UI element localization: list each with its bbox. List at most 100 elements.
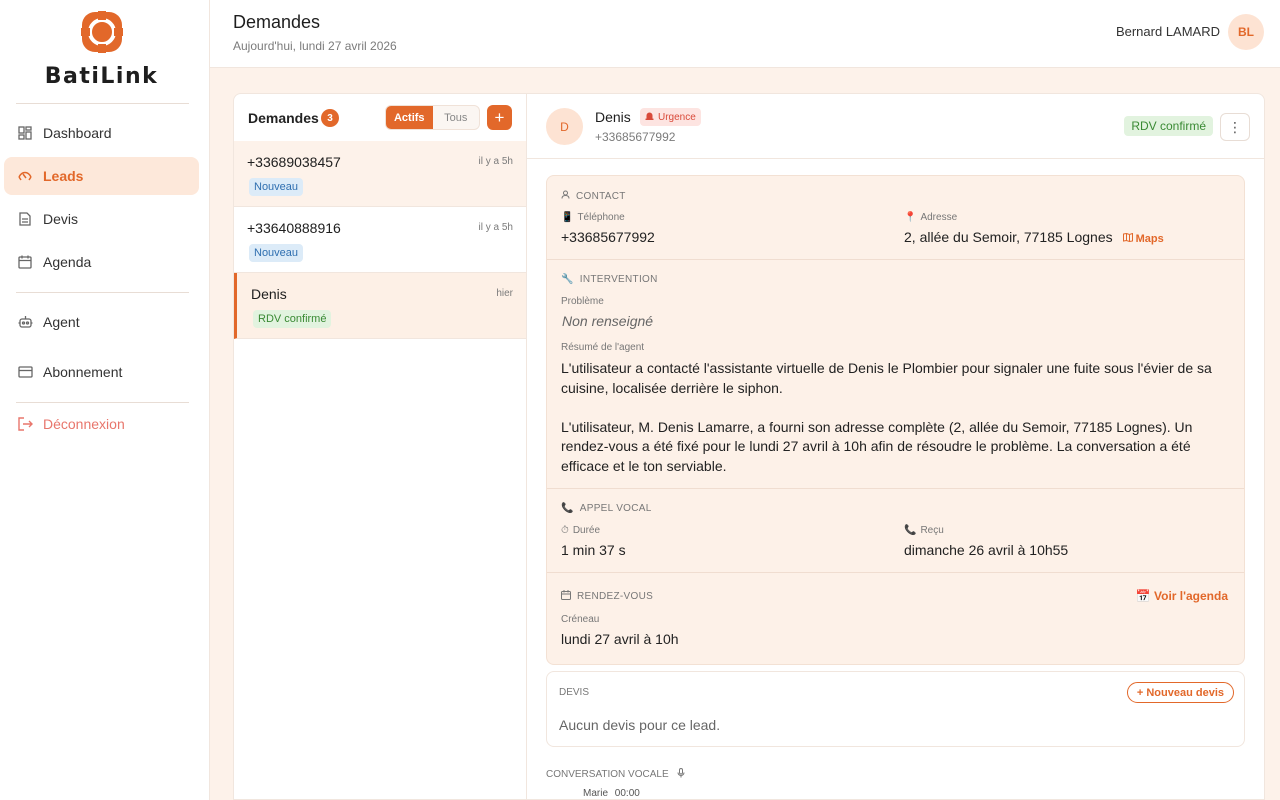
- phone-label: 📱 Téléphone: [561, 212, 625, 223]
- lead-detail-header: D Denis Urgence +33685677992 RDV confirm…: [527, 94, 1264, 159]
- conversation-title-text: CONVERSATION VOCALE: [546, 769, 669, 780]
- lead-info-card: CONTACT 📱 Téléphone +33685677992 📍 Adres…: [546, 175, 1245, 665]
- timer-icon: ⏱: [561, 525, 569, 536]
- lead-name: +33640888916: [247, 220, 341, 236]
- document-icon: [16, 210, 34, 228]
- maps-label: Maps: [1135, 233, 1164, 245]
- sidebar-item-logout[interactable]: Déconnexion: [4, 405, 199, 443]
- sidebar-item-label: Agenda: [43, 254, 92, 270]
- agent-summary: L'utilisateur a contacté l'assistante vi…: [561, 359, 1233, 476]
- maps-link[interactable]: Maps: [1122, 232, 1164, 245]
- lead-detail-name: Denis: [595, 109, 631, 125]
- received-label: 📞 Reçu: [904, 525, 944, 536]
- leads-list-panel: Demandes 3 Actifs Tous + +33689038457 il…: [233, 93, 526, 800]
- sidebar-divider: [16, 292, 189, 293]
- sidebar: BatiLink Dashboard Leads Devis Agenda Ag…: [0, 0, 210, 800]
- devis-title: DEVIS: [559, 687, 590, 698]
- mobile-phone-icon: 📱: [561, 212, 574, 223]
- lead-detail-panel: D Denis Urgence +33685677992 RDV confirm…: [526, 93, 1265, 800]
- received-label-text: Reçu: [920, 525, 944, 536]
- sidebar-item-agenda[interactable]: Agenda: [4, 243, 199, 281]
- sidebar-item-label: Devis: [43, 211, 79, 227]
- duration-value: 1 min 37 s: [561, 542, 626, 558]
- sidebar-item-label: Dashboard: [43, 125, 112, 141]
- more-options-button[interactable]: ⋮: [1220, 113, 1250, 141]
- lead-row[interactable]: +33689038457 il y a 5h Nouveau: [234, 141, 526, 207]
- user-avatar[interactable]: BL: [1228, 14, 1264, 50]
- speaker-name: Marie: [583, 788, 609, 799]
- page-title: Demandes: [233, 12, 321, 32]
- section-title: RENDEZ-VOUS: [561, 590, 653, 603]
- logout-icon: [16, 415, 34, 433]
- logo-text: BatiLink: [44, 64, 159, 89]
- lead-row-selected[interactable]: Denis hier RDV confirmé: [234, 273, 526, 339]
- lead-row[interactable]: +33640888916 il y a 5h Nouveau: [234, 207, 526, 273]
- sidebar-item-label: Leads: [43, 168, 84, 184]
- batilink-logo-icon: [80, 11, 123, 53]
- view-agenda-label: Voir l'agenda: [1154, 589, 1228, 603]
- section-title: 📞 APPEL VOCAL: [561, 503, 652, 514]
- phone-icon: 📞: [561, 503, 574, 514]
- calendar-icon: [561, 590, 571, 603]
- phone-label-text: Téléphone: [577, 212, 625, 223]
- sidebar-item-dashboard[interactable]: Dashboard: [4, 114, 199, 152]
- lead-detail-phone: +33685677992: [595, 130, 676, 144]
- duration-label-text: Durée: [572, 525, 601, 536]
- devis-card: DEVIS + Nouveau devis Aucun devis pour c…: [546, 671, 1245, 747]
- call-title: APPEL VOCAL: [579, 503, 652, 514]
- section-title: 🔧 INTERVENTION: [561, 274, 658, 285]
- add-lead-button[interactable]: +: [487, 105, 512, 130]
- sidebar-item-label: Abonnement: [43, 364, 123, 380]
- slot-value: lundi 27 avril à 10h: [561, 631, 679, 647]
- dashboard-grid-icon: [16, 124, 34, 142]
- logo[interactable]: BatiLink: [0, 10, 203, 89]
- address-text: 2, allée du Semoir, 77185 Lognes: [904, 229, 1113, 245]
- intervention-title: INTERVENTION: [579, 274, 658, 285]
- lead-time: hier: [496, 288, 513, 299]
- phone-icon: 📞: [904, 525, 917, 536]
- summary-paragraph: L'utilisateur, M. Denis Lamarre, a fourn…: [561, 418, 1193, 474]
- calendar-icon: [16, 253, 34, 271]
- sidebar-divider: [16, 402, 189, 403]
- duration-label: ⏱ Durée: [561, 525, 600, 536]
- leads-count-badge: 3: [321, 109, 339, 127]
- devis-empty-text: Aucun devis pour ce lead.: [559, 717, 721, 733]
- appointment-section: RENDEZ-VOUS 📅 Voir l'agenda Créneau lund…: [547, 573, 1244, 664]
- phone-value[interactable]: +33685677992: [561, 229, 655, 245]
- summary-label: Résumé de l'agent: [561, 342, 645, 353]
- leads-list-title: Demandes: [248, 110, 319, 126]
- lead-time: il y a 5h: [478, 222, 513, 233]
- urgency-badge: Urgence: [640, 108, 701, 126]
- sidebar-item-leads[interactable]: Leads: [4, 157, 199, 195]
- summary-paragraph: L'utilisateur a contacté l'assistante vi…: [561, 360, 1212, 396]
- status-badge: RDV confirmé: [1124, 116, 1213, 136]
- filter-tous[interactable]: Tous: [433, 106, 480, 129]
- sidebar-item-abonnement[interactable]: Abonnement: [4, 353, 199, 391]
- view-agenda-link[interactable]: 📅 Voir l'agenda: [1136, 589, 1228, 603]
- microphone-icon: [677, 768, 685, 781]
- status-badge: Nouveau: [249, 178, 304, 196]
- sidebar-item-label: Agent: [43, 314, 80, 330]
- calendar-icon: 📅: [1135, 589, 1151, 603]
- top-header: Demandes Aujourd'hui, lundi 27 avril 202…: [210, 0, 1280, 68]
- urgency-label: Urgence: [658, 111, 696, 123]
- contact-title: CONTACT: [576, 190, 626, 202]
- address-value: 2, allée du Semoir, 77185 Lognes Maps: [904, 229, 1164, 245]
- conversation-entry: Marie 00:00: [583, 788, 640, 799]
- pin-icon: 📍: [904, 212, 917, 223]
- sidebar-item-agent[interactable]: Agent: [4, 303, 199, 341]
- address-label: 📍 Adresse: [904, 212, 957, 223]
- robot-icon: [16, 313, 34, 331]
- credit-card-icon: [16, 363, 34, 381]
- user-name: Bernard LAMARD: [1115, 24, 1220, 39]
- sidebar-item-devis[interactable]: Devis: [4, 200, 199, 238]
- address-label-text: Adresse: [920, 212, 958, 223]
- problem-label: Problème: [561, 296, 604, 307]
- slot-label: Créneau: [561, 614, 600, 625]
- new-devis-button[interactable]: + Nouveau devis: [1126, 682, 1234, 703]
- filter-actifs[interactable]: Actifs: [386, 106, 433, 129]
- contact-section: CONTACT 📱 Téléphone +33685677992 📍 Adres…: [547, 176, 1244, 260]
- map-icon: [1122, 232, 1136, 245]
- sidebar-item-label: Déconnexion: [43, 416, 125, 432]
- page-date: Aujourd'hui, lundi 27 avril 2026: [233, 39, 397, 53]
